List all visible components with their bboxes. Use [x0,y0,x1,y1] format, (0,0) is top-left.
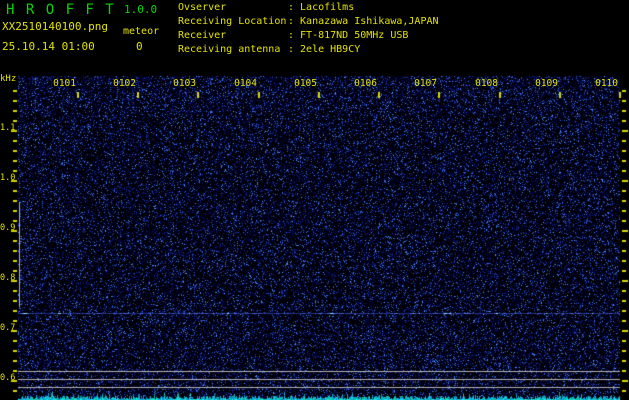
separator: : [288,2,295,13]
receiver-row: Receiver: FT-817ND 50MHz USB [178,30,408,42]
x-axis-label: 0110 [595,78,618,89]
meteor-count: 0 [136,40,143,53]
separator: : [288,30,295,41]
y-axis-label: 0.7 [0,323,16,333]
location-value: Kanazawa Ishikawa,JAPAN [300,16,439,27]
x-axis-label: 0107 [414,78,437,89]
y-axis-label: 0.6 [0,373,16,383]
y-axis-label: 1.1 [0,123,16,133]
antenna-label: Receiving antenna [178,44,281,55]
location-row: Receiving Location: Kanazawa Ishikawa,JAP… [178,16,439,28]
receiver-label: Receiver [178,30,227,41]
y-axis-label: 0.9 [0,223,16,233]
mode-label: meteor [123,26,160,37]
x-axis-label: 0103 [173,78,196,89]
x-axis-label: 0101 [53,78,76,89]
output-filename: XX2510140100.png [2,20,108,33]
x-axis-label: 0105 [294,78,317,89]
separator: : [288,16,295,27]
y-axis-label: 1.0 [0,173,16,183]
spectrogram-canvas [0,0,629,400]
x-axis-label: 0106 [354,78,377,89]
record-datetime: 25.10.14 01:00 [2,40,95,53]
y-axis-label: 0.8 [0,273,16,283]
receiver-value: FT-817ND 50MHz USB [300,30,409,41]
location-label: Receiving Location [178,16,287,27]
antenna-value: 2ele HB9CY [300,44,361,55]
x-axis-label: 0109 [535,78,558,89]
observer-label: Ovserver [178,2,227,13]
app-version: 1.0.0 [124,3,158,16]
observer-row: Ovserver: Lacofilms [178,2,354,14]
separator: : [288,44,295,55]
observer-value: Lacofilms [300,2,355,13]
antenna-row: Receiving antenna:2ele HB9CY [178,44,360,56]
x-axis-label: 0104 [234,78,257,89]
hrofft-window: H R O F F T 1.0.0 XX2510140100.png meteo… [0,0,629,400]
x-axis-label: 0108 [475,78,498,89]
app-title: H R O F F T [6,2,116,18]
x-axis-label: 0102 [113,78,136,89]
y-axis-unit-label: kHz [0,74,17,84]
